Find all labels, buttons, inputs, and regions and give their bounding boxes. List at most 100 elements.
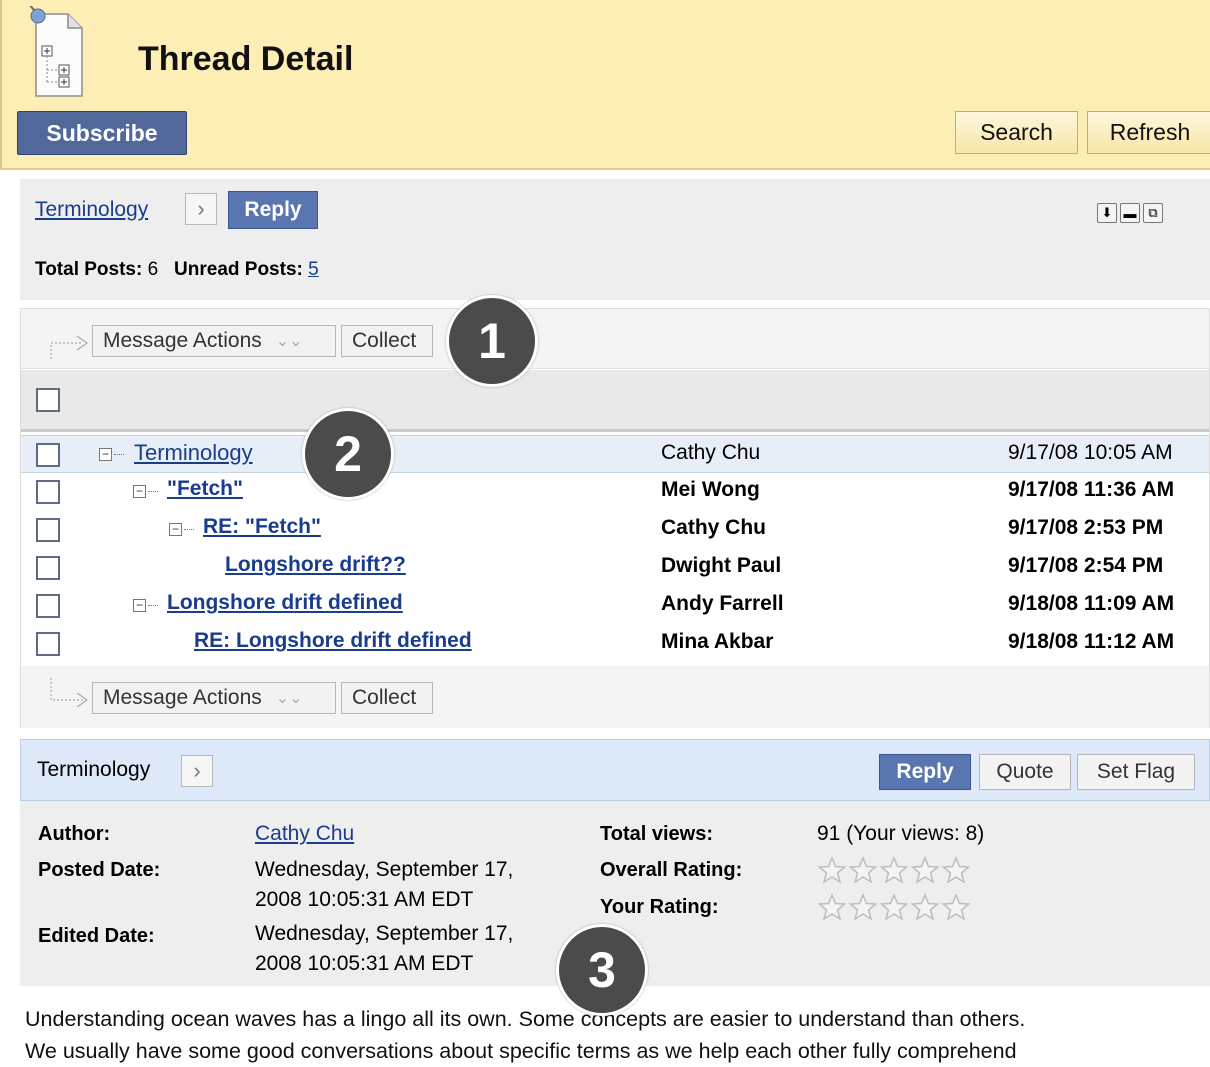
collect-button[interactable]: Collect (341, 682, 433, 714)
reply-message-button[interactable]: Reply (879, 754, 971, 790)
star-icon[interactable] (910, 893, 940, 921)
row-checkbox[interactable] (36, 480, 60, 504)
author-link[interactable]: Cathy Chu (255, 819, 354, 849)
star-icon[interactable] (879, 893, 909, 921)
detail-title: Terminology (37, 758, 151, 781)
posted-date-label: Posted Date: (38, 859, 161, 881)
callout-1: 1 (446, 295, 538, 387)
posted-date-value: Wednesday, September 17, 2008 10:05:31 A… (255, 855, 513, 915)
table-row[interactable]: RE: Longshore drift defined Mina Akbar 9/1… (21, 625, 1209, 663)
message-date: 9/17/08 10:05 AM (1008, 441, 1173, 464)
chevron-right-icon[interactable]: › (181, 755, 213, 787)
star-icon[interactable] (817, 893, 847, 921)
message-author: Dwight Paul (661, 554, 782, 577)
double-chevron-down-icon: ⌄⌄ (275, 333, 303, 350)
message-subject-link[interactable]: "Fetch" (167, 477, 243, 501)
post-counts: Total Posts: 6 Unread Posts: 5 (35, 259, 319, 281)
collapse-toggle-icon[interactable]: − (133, 599, 146, 612)
message-author: Mina Akbar (661, 630, 774, 653)
tree-connector (114, 454, 124, 455)
star-icon (941, 856, 971, 884)
arrow-branch-icon (50, 678, 88, 708)
minimize-icon[interactable]: ▬ (1120, 203, 1140, 223)
message-actions-label: Message Actions (103, 686, 262, 709)
message-actions-dropdown[interactable]: Message Actions ⌄⌄ (92, 325, 336, 357)
edited-date-label: Edited Date: (38, 925, 155, 947)
message-subject-link[interactable]: Terminology (134, 440, 253, 466)
row-checkbox[interactable] (36, 443, 60, 467)
message-author: Andy Farrell (661, 592, 784, 615)
total-posts-value: 6 (147, 259, 159, 280)
star-icon[interactable] (941, 893, 971, 921)
chevron-right-icon[interactable]: › (185, 193, 217, 225)
refresh-button[interactable]: Refresh (1087, 111, 1210, 154)
star-icon[interactable] (848, 893, 878, 921)
page-title: Thread Detail (138, 40, 354, 78)
author-label: Author: (38, 823, 111, 845)
message-subject-link[interactable]: Longshore drift defined (167, 591, 403, 615)
tree-connector (184, 529, 194, 530)
collect-button[interactable]: Collect (341, 325, 433, 357)
thread-detail-icon (29, 6, 83, 97)
callout-3: 3 (556, 924, 648, 1016)
message-date: 9/17/08 2:53 PM (1008, 516, 1164, 539)
callout-2: 2 (302, 408, 394, 500)
double-chevron-down-icon: ⌄⌄ (275, 690, 303, 707)
select-all-checkbox[interactable] (36, 388, 60, 412)
message-subject-link[interactable]: Longshore drift?? (225, 553, 406, 577)
collapse-toggle-icon[interactable]: − (169, 523, 182, 536)
thread-nav-panel: Terminology › Reply ⬇ ▬ ⧉ Total Posts: 6… (20, 179, 1210, 300)
total-views-value: 91 (Your views: 8) (817, 822, 985, 845)
breadcrumb-terminology[interactable]: Terminology (35, 198, 148, 222)
overall-rating-stars (817, 856, 971, 884)
action-bar-bottom: Message Actions ⌄⌄ Collect (21, 666, 1209, 728)
message-subject-link[interactable]: RE: Longshore drift defined (194, 629, 472, 653)
message-actions-label: Message Actions (103, 329, 262, 352)
tree-connector (148, 605, 158, 606)
total-posts-label: Total Posts: (35, 259, 143, 280)
message-date: 9/18/08 11:09 AM (1008, 592, 1175, 615)
collapse-toggle-icon[interactable]: − (99, 448, 112, 461)
table-row[interactable]: − Terminology Cathy Chu 9/17/08 10:05 AM (21, 435, 1209, 473)
message-date: 9/17/08 11:36 AM (1008, 478, 1175, 501)
your-rating-stars[interactable] (817, 893, 971, 921)
reply-thread-button[interactable]: Reply (228, 191, 318, 229)
edited-date-line1: Wednesday, September 17, (255, 922, 514, 945)
message-actions-dropdown[interactable]: Message Actions ⌄⌄ (92, 682, 336, 714)
star-icon (817, 856, 847, 884)
message-subject-link[interactable]: RE: "Fetch" (203, 515, 321, 539)
total-views-label: Total views: (600, 823, 713, 845)
select-all-bar (21, 370, 1209, 432)
page-header: Thread Detail Subscribe Search Refresh (0, 0, 1210, 170)
set-flag-button[interactable]: Set Flag (1077, 754, 1195, 790)
star-icon (910, 856, 940, 884)
message-author: Cathy Chu (661, 516, 766, 539)
your-rating-label: Your Rating: (600, 896, 719, 918)
message-date: 9/17/08 2:54 PM (1008, 554, 1164, 577)
table-row[interactable]: Longshore drift?? Dwight Paul 9/17/08 2:54… (21, 549, 1209, 587)
collapse-toggle-icon[interactable]: − (133, 485, 146, 498)
message-date: 9/18/08 11:12 AM (1008, 630, 1175, 653)
star-icon (848, 856, 878, 884)
row-checkbox[interactable] (36, 632, 60, 656)
table-row[interactable]: − "Fetch" Mei Wong 9/17/08 11:36 AM (21, 473, 1209, 511)
message-body-line2: We usually have some good conversations … (25, 1039, 1017, 1063)
row-checkbox[interactable] (36, 594, 60, 618)
message-author: Cathy Chu (661, 441, 761, 464)
download-icon[interactable]: ⬇ (1097, 203, 1117, 223)
message-list: Message Actions ⌄⌄ Collect − Terminology C… (20, 308, 1210, 728)
row-checkbox[interactable] (36, 518, 60, 542)
unread-posts-label: Unread Posts: (174, 259, 303, 280)
table-row[interactable]: − Longshore drift defined Andy Farrell 9/18… (21, 587, 1209, 625)
action-bar-top: Message Actions ⌄⌄ Collect (21, 309, 1209, 369)
search-button[interactable]: Search (955, 111, 1078, 154)
table-row[interactable]: − RE: "Fetch" Cathy Chu 9/17/08 2:53 PM (21, 511, 1209, 549)
subscribe-button[interactable]: Subscribe (17, 111, 187, 155)
message-author: Mei Wong (661, 478, 760, 501)
unread-posts-link[interactable]: 5 (308, 259, 319, 280)
arrow-branch-icon (50, 335, 88, 359)
star-icon (879, 856, 909, 884)
quote-button[interactable]: Quote (979, 754, 1071, 790)
restore-icon[interactable]: ⧉ (1143, 203, 1163, 223)
row-checkbox[interactable] (36, 556, 60, 580)
